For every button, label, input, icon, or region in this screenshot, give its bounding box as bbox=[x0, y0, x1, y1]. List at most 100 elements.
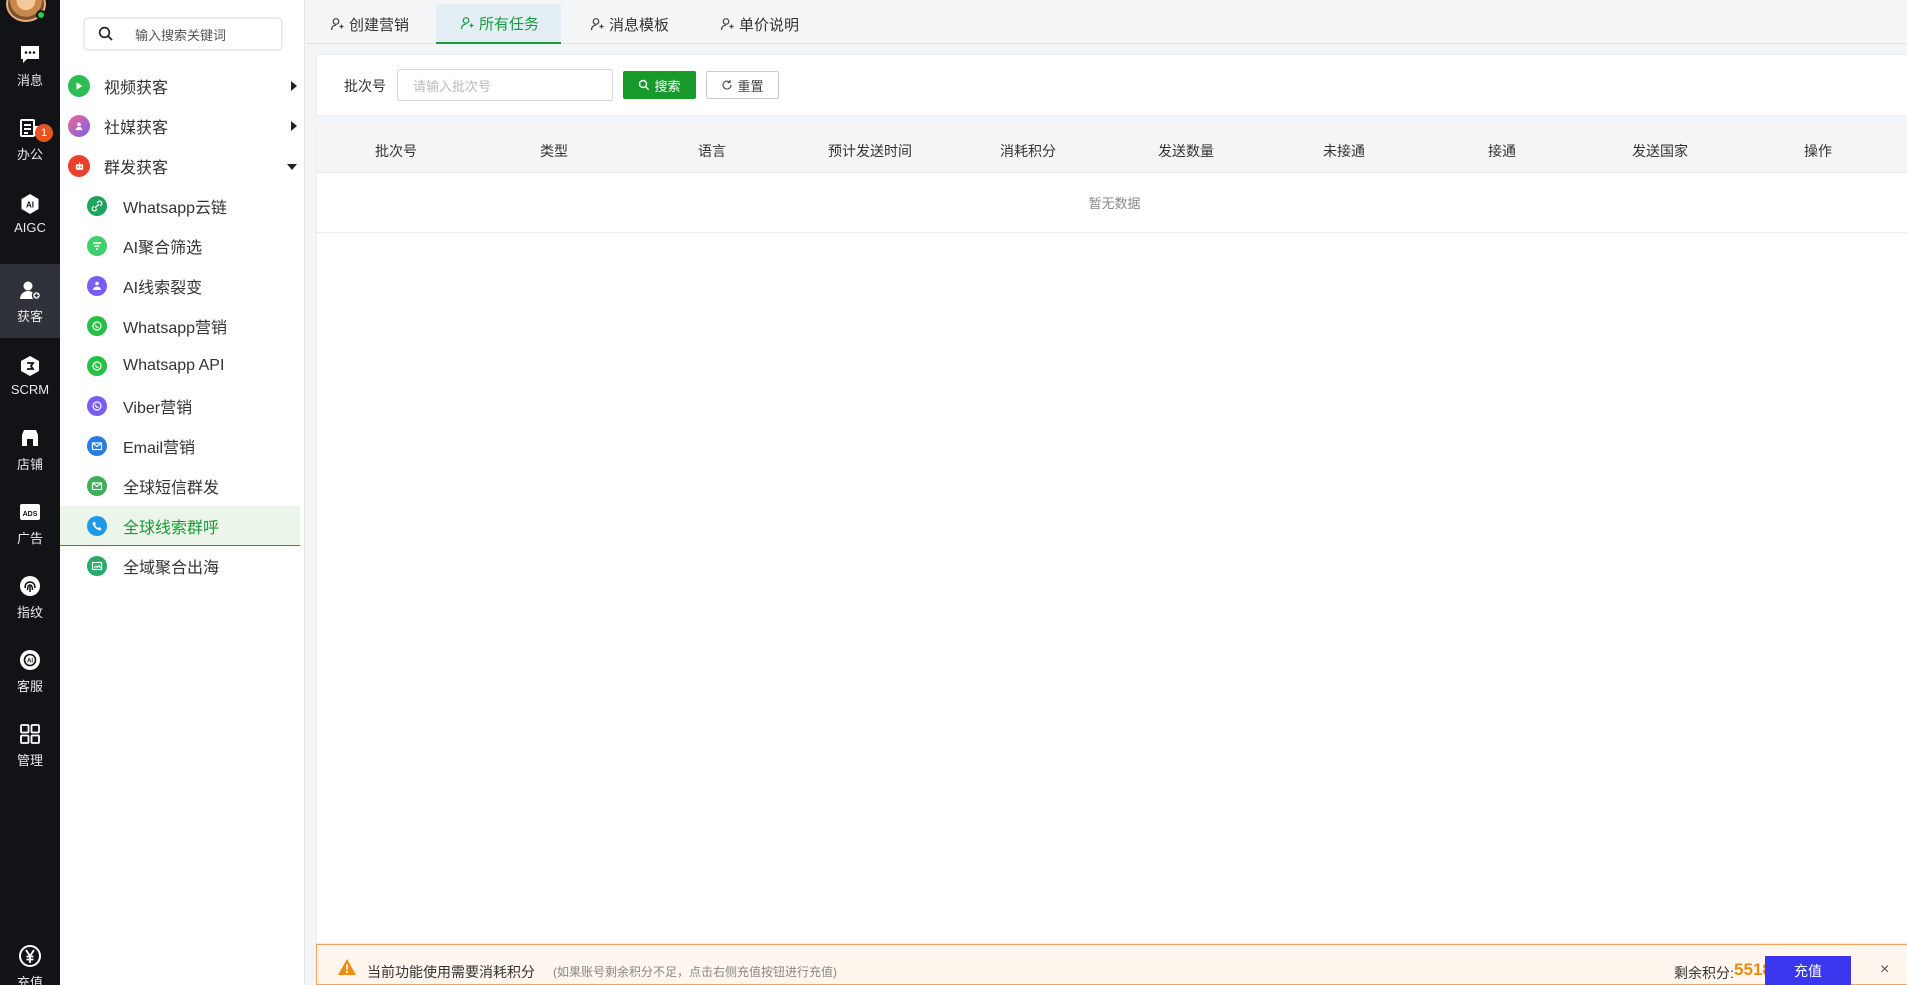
menu-item-label: 全域聚合出海 bbox=[123, 560, 220, 577]
tab-create-marketing[interactable]: 创建营销 bbox=[306, 4, 431, 44]
ai-icon: AI bbox=[18, 192, 42, 216]
refresh-icon bbox=[722, 80, 733, 90]
menu-item-whatsapp-api[interactable]: Whatsapp API bbox=[60, 346, 300, 386]
menu-group-video[interactable]: 视频获客 bbox=[60, 66, 305, 106]
menu-item-label: Viber营销 bbox=[123, 400, 193, 417]
menu-group-label: 视频获客 bbox=[104, 80, 169, 97]
team-icon bbox=[87, 276, 107, 296]
column-header: 批次号 bbox=[375, 143, 417, 159]
column-header: 操作 bbox=[1804, 143, 1832, 159]
rail-label: 获客 bbox=[16, 308, 43, 324]
rail-item-ads[interactable]: ADS 广告 bbox=[0, 486, 60, 560]
rail-label: SCRM bbox=[10, 381, 50, 397]
user-icon bbox=[720, 18, 734, 31]
batch-label: 批次号 bbox=[344, 78, 386, 94]
menu-item-whatsapp-cloud[interactable]: Whatsapp云链 bbox=[60, 186, 300, 226]
tab-bar: 创建营销 所有任务 消息模板 单价说明 bbox=[306, 4, 1907, 44]
menu-item-label: Whatsapp云链 bbox=[123, 200, 228, 217]
rail-item-manage[interactable]: 管理 bbox=[0, 708, 60, 782]
tab-label: 所有任务 bbox=[479, 15, 540, 33]
rail-item-scrm[interactable]: SCRM bbox=[0, 338, 60, 412]
menu-item-label: Whatsapp API bbox=[123, 357, 225, 374]
close-icon[interactable]: × bbox=[1880, 961, 1889, 979]
rail-item-support[interactable]: AI 客服 bbox=[0, 634, 60, 708]
viber-icon bbox=[87, 396, 107, 416]
ads-icon: ADS bbox=[18, 500, 42, 524]
sms-icon bbox=[87, 476, 107, 496]
rail-label: 广告 bbox=[16, 530, 43, 546]
menu-group-label: 群发获客 bbox=[104, 160, 169, 177]
batch-input[interactable]: 请输入批次号 bbox=[397, 69, 613, 101]
user-icon bbox=[590, 18, 604, 31]
chat-icon bbox=[18, 42, 42, 66]
rail-label: 消息 bbox=[16, 72, 43, 88]
rail-item-aigc[interactable]: AI AIGC bbox=[0, 176, 60, 250]
yen-icon bbox=[18, 944, 42, 968]
tab-label: 消息模板 bbox=[609, 16, 670, 34]
notice-hint: (如果账号剩余积分不足，点击右侧充值按钮进行充值) bbox=[553, 965, 837, 979]
whatsapp-icon bbox=[87, 316, 107, 336]
menu-item-ai-fission[interactable]: AI线索裂变 bbox=[60, 266, 300, 306]
tab-message-templates[interactable]: 消息模板 bbox=[566, 4, 691, 44]
rail-item-recharge[interactable]: 充值 bbox=[0, 940, 60, 985]
chevron-down-icon bbox=[287, 164, 297, 170]
points-notice-bar: 当前功能使用需要消耗积分 (如果账号剩余积分不足，点击右侧充值按钮进行充值) 剩… bbox=[316, 944, 1907, 985]
whatsapp-icon bbox=[87, 356, 107, 376]
menu-search-input[interactable]: 输入搜索关键词 bbox=[84, 18, 282, 50]
user-icon bbox=[460, 17, 474, 30]
empty-state: 暂无数据 bbox=[317, 173, 1907, 233]
column-header: 消耗积分 bbox=[1000, 143, 1056, 159]
user-add-icon bbox=[18, 278, 42, 302]
menu-item-ai-filter[interactable]: AI聚合筛选 bbox=[60, 226, 300, 266]
menu-item-email[interactable]: Email营销 bbox=[60, 426, 300, 466]
online-status-dot bbox=[36, 10, 46, 20]
avatar[interactable] bbox=[6, 0, 46, 22]
cube-icon bbox=[18, 354, 42, 378]
menu-item-whatsapp-marketing[interactable]: Whatsapp营销 bbox=[60, 306, 300, 346]
rail-item-office[interactable]: 办公 bbox=[0, 102, 60, 176]
table-header: 批次号 类型 语言 预计发送时间 消耗积分 发送数量 未接通 接通 发送国家 操… bbox=[317, 125, 1907, 173]
rail-label: 充值 bbox=[16, 975, 43, 985]
recharge-button[interactable]: 充值 bbox=[1765, 956, 1851, 985]
rail-label: AIGC bbox=[14, 219, 46, 235]
tab-price-info[interactable]: 单价说明 bbox=[696, 4, 821, 44]
rail-label: 指纹 bbox=[16, 604, 43, 620]
search-icon bbox=[98, 26, 113, 41]
shop-icon bbox=[18, 426, 42, 450]
menu-item-label: AI聚合筛选 bbox=[123, 240, 203, 257]
menu-item-label: 全球线索群呼 bbox=[123, 519, 220, 537]
column-header: 未接通 bbox=[1323, 143, 1365, 159]
column-header: 接通 bbox=[1488, 143, 1516, 159]
menu-item-global-aggregate[interactable]: 全域聚合出海 bbox=[60, 546, 300, 586]
svg-text:AI: AI bbox=[27, 658, 33, 664]
menu-item-sms[interactable]: 全球短信群发 bbox=[60, 466, 300, 506]
column-header: 类型 bbox=[540, 143, 568, 159]
rail-item-acquire[interactable]: 获客 bbox=[0, 264, 60, 338]
menu-item-label: Whatsapp营销 bbox=[123, 320, 228, 337]
tab-label: 创建营销 bbox=[349, 16, 410, 34]
search-button[interactable]: 搜索 bbox=[623, 71, 696, 99]
column-header: 发送数量 bbox=[1158, 143, 1214, 159]
rail-item-shop[interactable]: 店铺 bbox=[0, 412, 60, 486]
app-rail: 消息 办公 1 AI AIGC 获客 SCRM 店铺 ADS 广告 指纹 AI … bbox=[0, 0, 60, 985]
column-header: 预计发送时间 bbox=[828, 143, 912, 159]
menu-group-mass[interactable]: 群发获客 bbox=[60, 146, 305, 186]
user-icon bbox=[330, 18, 344, 31]
rail-item-messages[interactable]: 消息 bbox=[0, 28, 60, 102]
fingerprint-icon bbox=[18, 574, 42, 598]
rail-item-fingerprint[interactable]: 指纹 bbox=[0, 560, 60, 634]
rail-label: 管理 bbox=[16, 752, 43, 768]
tab-label: 单价说明 bbox=[739, 16, 800, 34]
play-icon bbox=[68, 75, 90, 97]
chevron-right-icon bbox=[291, 81, 297, 91]
column-header: 语言 bbox=[698, 143, 726, 159]
mail-icon bbox=[87, 436, 107, 456]
phone-icon bbox=[87, 515, 107, 536]
social-icon bbox=[68, 115, 90, 137]
tab-all-tasks[interactable]: 所有任务 bbox=[436, 4, 562, 44]
menu-item-global-call[interactable]: 全球线索群呼 bbox=[60, 506, 300, 546]
reset-button[interactable]: 重置 bbox=[706, 71, 779, 99]
svg-text:AI: AI bbox=[26, 200, 34, 209]
menu-group-social[interactable]: 社媒获客 bbox=[60, 106, 305, 146]
menu-item-viber[interactable]: Viber营销 bbox=[60, 386, 300, 426]
